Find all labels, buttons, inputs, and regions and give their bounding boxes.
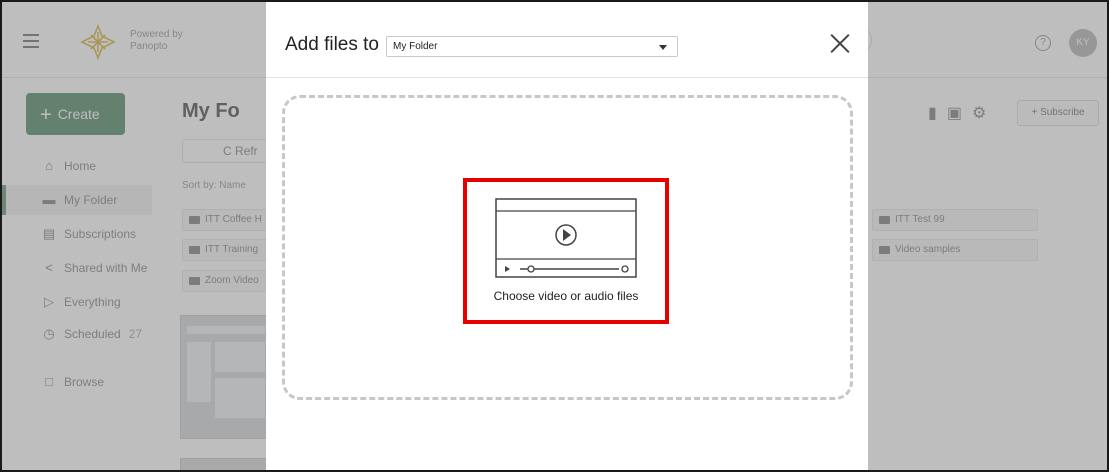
add-files-dialog: Add files to My Folder Choose video or a… [266, 2, 868, 470]
dialog-header: Add files to My Folder [266, 2, 868, 78]
chevron-down-icon [659, 45, 667, 50]
video-file-icon[interactable] [495, 198, 637, 278]
dialog-title: Add files to [285, 34, 379, 55]
choose-files-label[interactable]: Choose video or audio files [463, 289, 669, 303]
screenshot-frame: Powered by Panopto ? KY + Create ⌂ Home ▬ M… [0, 0, 1109, 472]
close-icon[interactable] [829, 32, 851, 54]
folder-select[interactable]: My Folder [386, 36, 678, 57]
